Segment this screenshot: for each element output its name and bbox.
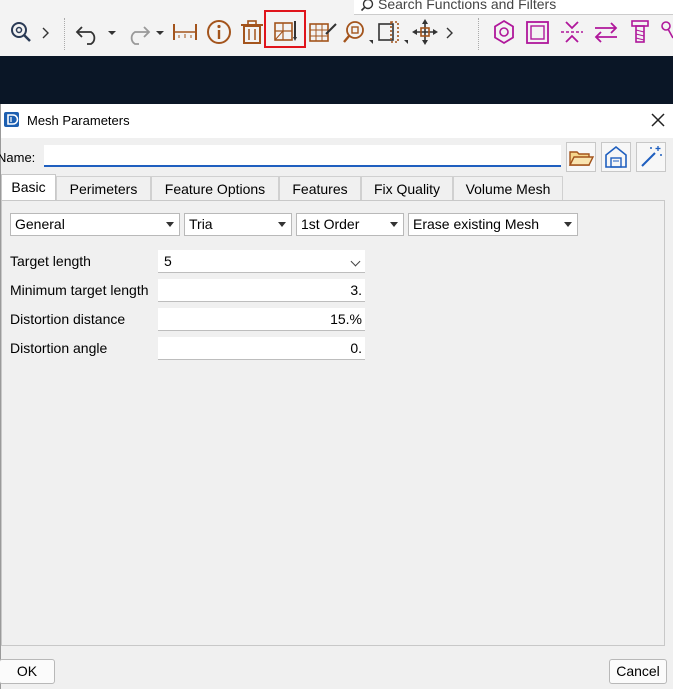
- element-type-value: Tria: [189, 216, 213, 232]
- existing-mesh-value: Erase existing Mesh: [413, 216, 540, 232]
- swap-icon[interactable]: [592, 18, 620, 46]
- cancel-button[interactable]: Cancel: [609, 659, 667, 684]
- save-icon: [605, 145, 627, 168]
- tab-basic[interactable]: Basic: [1, 174, 56, 200]
- element-order-value: 1st Order: [301, 216, 360, 232]
- min-target-length-label: Minimum target length: [10, 282, 149, 298]
- name-label: Name:: [0, 150, 36, 165]
- search-functions-box[interactable]: Search Functions and Filters: [354, 0, 673, 15]
- app-logo-icon: [4, 112, 19, 127]
- target-length-value: 5: [164, 253, 172, 269]
- mesh-edit-icon[interactable]: [308, 18, 338, 46]
- chevron-down-icon: [350, 256, 361, 267]
- hexagon-icon[interactable]: [490, 18, 518, 46]
- distortion-angle-label: Distortion angle: [10, 340, 108, 356]
- search-placeholder: Search Functions and Filters: [378, 0, 557, 12]
- info-icon[interactable]: [205, 18, 233, 46]
- main-toolbar: Search Functions and Filters: [0, 0, 673, 56]
- name-input[interactable]: [44, 145, 561, 167]
- basic-tab-panel: General Tria 1st Order Erase existing Me…: [1, 200, 665, 646]
- bounding-box-icon[interactable]: [377, 18, 409, 46]
- chevron-right-icon[interactable]: [40, 18, 52, 46]
- toolbar-separator: [478, 18, 480, 50]
- category-select[interactable]: General: [10, 213, 180, 236]
- element-order-select[interactable]: 1st Order: [296, 213, 404, 236]
- auto-wand-button[interactable]: [636, 142, 666, 172]
- tab-feature-options[interactable]: Feature Options: [151, 176, 279, 200]
- zoom-icon[interactable]: [9, 18, 35, 46]
- mesh-parameters-icon: [274, 21, 297, 41]
- redo-icon[interactable]: [122, 18, 152, 46]
- frame-icon[interactable]: [524, 18, 552, 46]
- distortion-distance-label: Distortion distance: [10, 311, 126, 327]
- magic-wand-icon: [641, 146, 662, 167]
- chevron-right-icon[interactable]: [444, 18, 456, 46]
- close-icon[interactable]: [648, 110, 668, 130]
- open-folder-button[interactable]: [566, 142, 596, 172]
- distortion-angle-field[interactable]: 0.: [158, 337, 365, 360]
- dropdown-arrow-icon: [564, 222, 572, 227]
- dialog-title: Mesh Parameters: [27, 113, 130, 128]
- mesh-parameters-button[interactable]: [264, 10, 306, 48]
- dropdown-arrow-icon: [278, 222, 286, 227]
- dropdown-arrow-icon: [166, 222, 174, 227]
- ok-button[interactable]: OK: [0, 659, 55, 684]
- tab-volume-mesh[interactable]: Volume Mesh: [453, 176, 563, 200]
- dialog-titlebar: Mesh Parameters: [1, 104, 673, 138]
- redo-dropdown-icon[interactable]: [154, 18, 166, 46]
- measure-icon[interactable]: [171, 18, 199, 46]
- move-icon[interactable]: [410, 18, 440, 46]
- min-target-length-field[interactable]: 3.: [158, 279, 365, 302]
- delete-icon[interactable]: [239, 18, 265, 46]
- bolt-icon[interactable]: [626, 18, 654, 46]
- viewport-strip: [0, 56, 673, 104]
- tab-perimeters[interactable]: Perimeters: [56, 176, 151, 200]
- distortion-distance-field[interactable]: 15.%: [158, 308, 365, 331]
- undo-dropdown-icon[interactable]: [106, 18, 118, 46]
- open-folder-icon: [568, 151, 595, 166]
- pin-icon[interactable]: [658, 18, 673, 46]
- category-value: General: [15, 216, 65, 232]
- zoom-target-icon[interactable]: [342, 18, 374, 46]
- tab-features[interactable]: Features: [279, 176, 361, 200]
- tab-fix-quality[interactable]: Fix Quality: [361, 176, 453, 200]
- save-button[interactable]: [601, 142, 631, 172]
- element-type-select[interactable]: Tria: [184, 213, 292, 236]
- search-icon: [360, 0, 374, 12]
- target-length-label: Target length: [10, 253, 91, 269]
- undo-icon[interactable]: [74, 18, 104, 46]
- existing-mesh-select[interactable]: Erase existing Mesh: [408, 213, 578, 236]
- target-length-combo[interactable]: 5: [158, 250, 365, 273]
- symmetry-icon[interactable]: [558, 18, 586, 46]
- mesh-parameters-dialog: Mesh Parameters Name: Basic Perimeters F…: [0, 104, 673, 689]
- dropdown-arrow-icon: [390, 222, 398, 227]
- toolbar-separator: [64, 18, 66, 50]
